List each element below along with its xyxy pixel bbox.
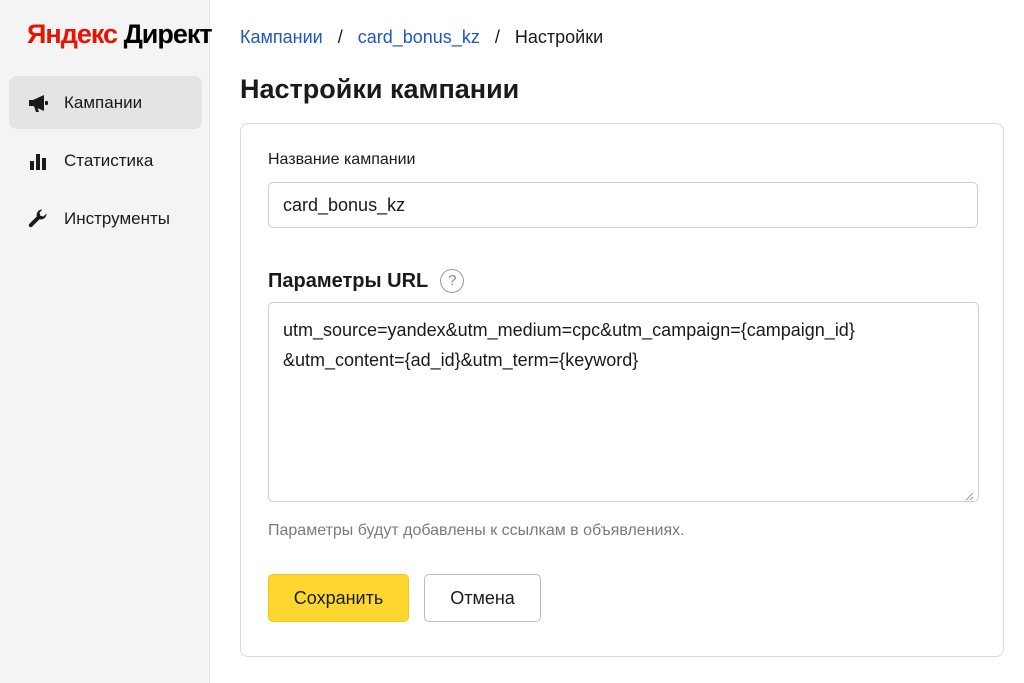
page-title: Настройки кампании [240, 74, 520, 104]
url-params-hint: Параметры будут добавлены к ссылкам в об… [268, 522, 685, 539]
url-params-title: Параметры URL [268, 270, 429, 292]
breadcrumb: Кампании / card_bonus_kz / Настройки [240, 25, 603, 49]
sidebar-item-label: Статистика [64, 150, 154, 170]
save-button[interactable]: Сохранить [268, 574, 409, 622]
sidebar-item-label: Кампании [64, 92, 143, 112]
logo[interactable]: Яндекс Директ [27, 16, 213, 52]
sidebar-nav: Кампании Статистика Инструменты [9, 76, 202, 250]
wrench-icon [27, 208, 49, 230]
breadcrumb-separator: / [494, 27, 500, 47]
sidebar-item-statistics[interactable]: Статистика [9, 134, 202, 187]
sidebar: Яндекс Директ Кампании Статистика Инстру… [0, 0, 213, 683]
campaign-name-label: Название кампании [268, 151, 416, 168]
breadcrumb-link-campaigns[interactable]: Кампании [240, 27, 323, 47]
breadcrumb-link-campaign[interactable]: card_bonus_kz [358, 27, 480, 47]
logo-first-word: Яндекс [27, 19, 118, 49]
main-content: Кампании / card_bonus_kz / Настройки Нас… [240, 0, 1004, 683]
settings-card: Название кампании Параметры URL ? utm_so… [240, 123, 1004, 657]
resize-handle-icon[interactable] [964, 488, 974, 501]
breadcrumb-current: Настройки [514, 27, 604, 47]
url-params-textarea[interactable]: utm_source=yandex&utm_medium=cpc&utm_cam… [268, 302, 979, 502]
sidebar-item-campaigns[interactable]: Кампании [9, 76, 202, 129]
campaign-name-input[interactable] [268, 182, 978, 228]
cancel-button[interactable]: Отмена [424, 574, 541, 622]
url-params-heading: Параметры URL ? [268, 268, 465, 294]
logo-second-word: Директ [123, 19, 213, 49]
app-window: Яндекс Директ Кампании Статистика Инстру… [0, 0, 1024, 683]
megaphone-icon [27, 92, 49, 114]
bar-chart-icon [27, 150, 49, 172]
breadcrumb-separator: / [337, 27, 343, 47]
sidebar-item-tools[interactable]: Инструменты [9, 192, 202, 245]
sidebar-item-label: Инструменты [64, 208, 171, 228]
help-icon[interactable]: ? [440, 269, 465, 293]
